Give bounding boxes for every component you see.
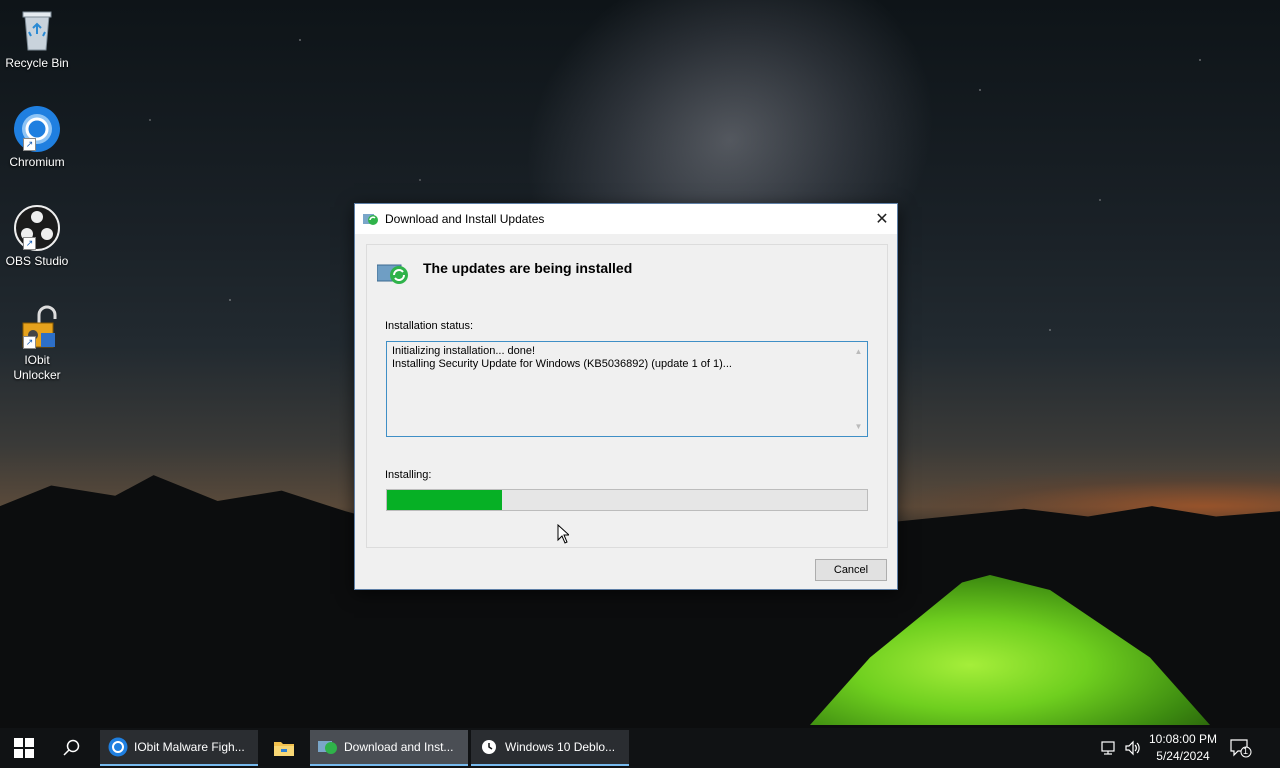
obs-studio-icon: ↗: [13, 204, 61, 252]
desktop-icon-obs-studio[interactable]: ↗ OBS Studio: [2, 204, 72, 269]
status-line: Initializing installation... done!: [392, 345, 536, 357]
cancel-button[interactable]: Cancel: [815, 559, 887, 581]
taskbar-item-label: Windows 10 Deblo...: [505, 740, 616, 754]
desktop-icon-label: OBS Studio: [5, 254, 69, 268]
action-center-button[interactable]: 1: [1230, 738, 1252, 758]
close-button[interactable]: ✕: [867, 204, 897, 234]
scroll-up-icon[interactable]: ▲: [851, 345, 866, 358]
start-button[interactable]: [0, 728, 48, 768]
desktop-icon-label: Recycle Bin: [5, 56, 69, 70]
clock-icon: [482, 740, 496, 754]
shortcut-arrow-icon: ↗: [23, 138, 36, 151]
desktop-icon-recycle-bin[interactable]: Recycle Bin: [2, 6, 72, 71]
desktop-icon-chromium[interactable]: ↗ Chromium: [2, 105, 72, 170]
install-updates-dialog: Download and Install Updates ✕ The updat…: [354, 203, 898, 590]
taskbar: IObit Malware Figh... Download and Inst.…: [0, 728, 1280, 768]
installation-status-label: Installation status:: [385, 320, 474, 332]
taskbar-item-iobit-malware-fighter[interactable]: IObit Malware Figh...: [100, 730, 258, 766]
install-progress-bar: [386, 489, 868, 511]
desktop-icon-label: Chromium: [9, 155, 65, 169]
system-clock[interactable]: 10:08:00 PM 5/24/2024: [1144, 731, 1222, 765]
mouse-cursor-icon: [557, 524, 569, 544]
network-icon[interactable]: [1099, 739, 1117, 757]
progress-fill: [387, 490, 503, 510]
scroll-down-icon[interactable]: ▼: [851, 420, 866, 433]
taskbar-item-label: Download and Inst...: [344, 740, 454, 754]
dialog-titlebar[interactable]: Download and Install Updates ✕: [355, 204, 897, 234]
windows-logo-icon: [14, 738, 34, 758]
taskbar-item-file-explorer[interactable]: [264, 730, 304, 766]
notification-icon: [1230, 739, 1252, 758]
shortcut-arrow-icon: ↗: [23, 336, 36, 349]
dialog-headline: The updates are being installed: [423, 260, 633, 276]
close-icon: ✕: [875, 211, 889, 228]
taskbar-item-windows-10-debloater[interactable]: Windows 10 Deblo...: [471, 730, 629, 766]
clock-date: 5/24/2024: [1156, 749, 1210, 763]
notification-count-badge: 1: [1243, 746, 1249, 756]
status-scrollbar[interactable]: ▲ ▼: [851, 343, 866, 435]
search-button[interactable]: [48, 728, 96, 768]
desktop-icon-iobit-unlocker[interactable]: ↗ IObit Unlocker: [2, 303, 72, 383]
shortcut-arrow-icon: ↗: [23, 237, 36, 250]
clock-time: 10:08:00 PM: [1148, 732, 1218, 746]
file-explorer-icon: [274, 742, 294, 756]
installing-label: Installing:: [385, 469, 432, 481]
installation-status-textbox[interactable]: Initializing installation... done! Insta…: [386, 341, 868, 437]
windows-update-icon: [363, 214, 378, 225]
recycle-bin-icon: [13, 6, 61, 54]
dialog-title: Download and Install Updates: [385, 212, 545, 226]
iobit-unlocker-icon: ↗: [13, 303, 61, 351]
status-line: Installing Security Update for Windows (…: [392, 358, 732, 370]
search-icon: [63, 739, 80, 756]
windows-update-icon: [377, 264, 408, 284]
volume-icon[interactable]: [1124, 739, 1142, 757]
desktop-icon-label: IObit Unlocker: [13, 353, 61, 382]
taskbar-item-download-install-updates[interactable]: Download and Inst...: [310, 730, 468, 766]
windows-update-icon: [318, 741, 337, 754]
dialog-content-panel: The updates are being installed Installa…: [366, 244, 888, 548]
taskbar-item-label: IObit Malware Figh...: [134, 740, 245, 754]
chromium-icon: [108, 737, 128, 757]
chromium-icon: ↗: [13, 105, 61, 153]
